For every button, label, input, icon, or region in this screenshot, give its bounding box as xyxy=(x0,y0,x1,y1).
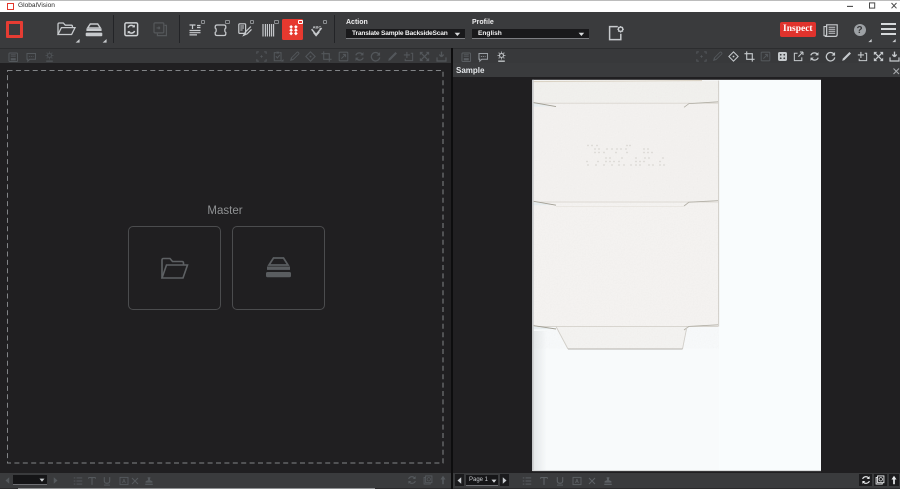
svg-text:ABC: ABC xyxy=(312,24,321,29)
